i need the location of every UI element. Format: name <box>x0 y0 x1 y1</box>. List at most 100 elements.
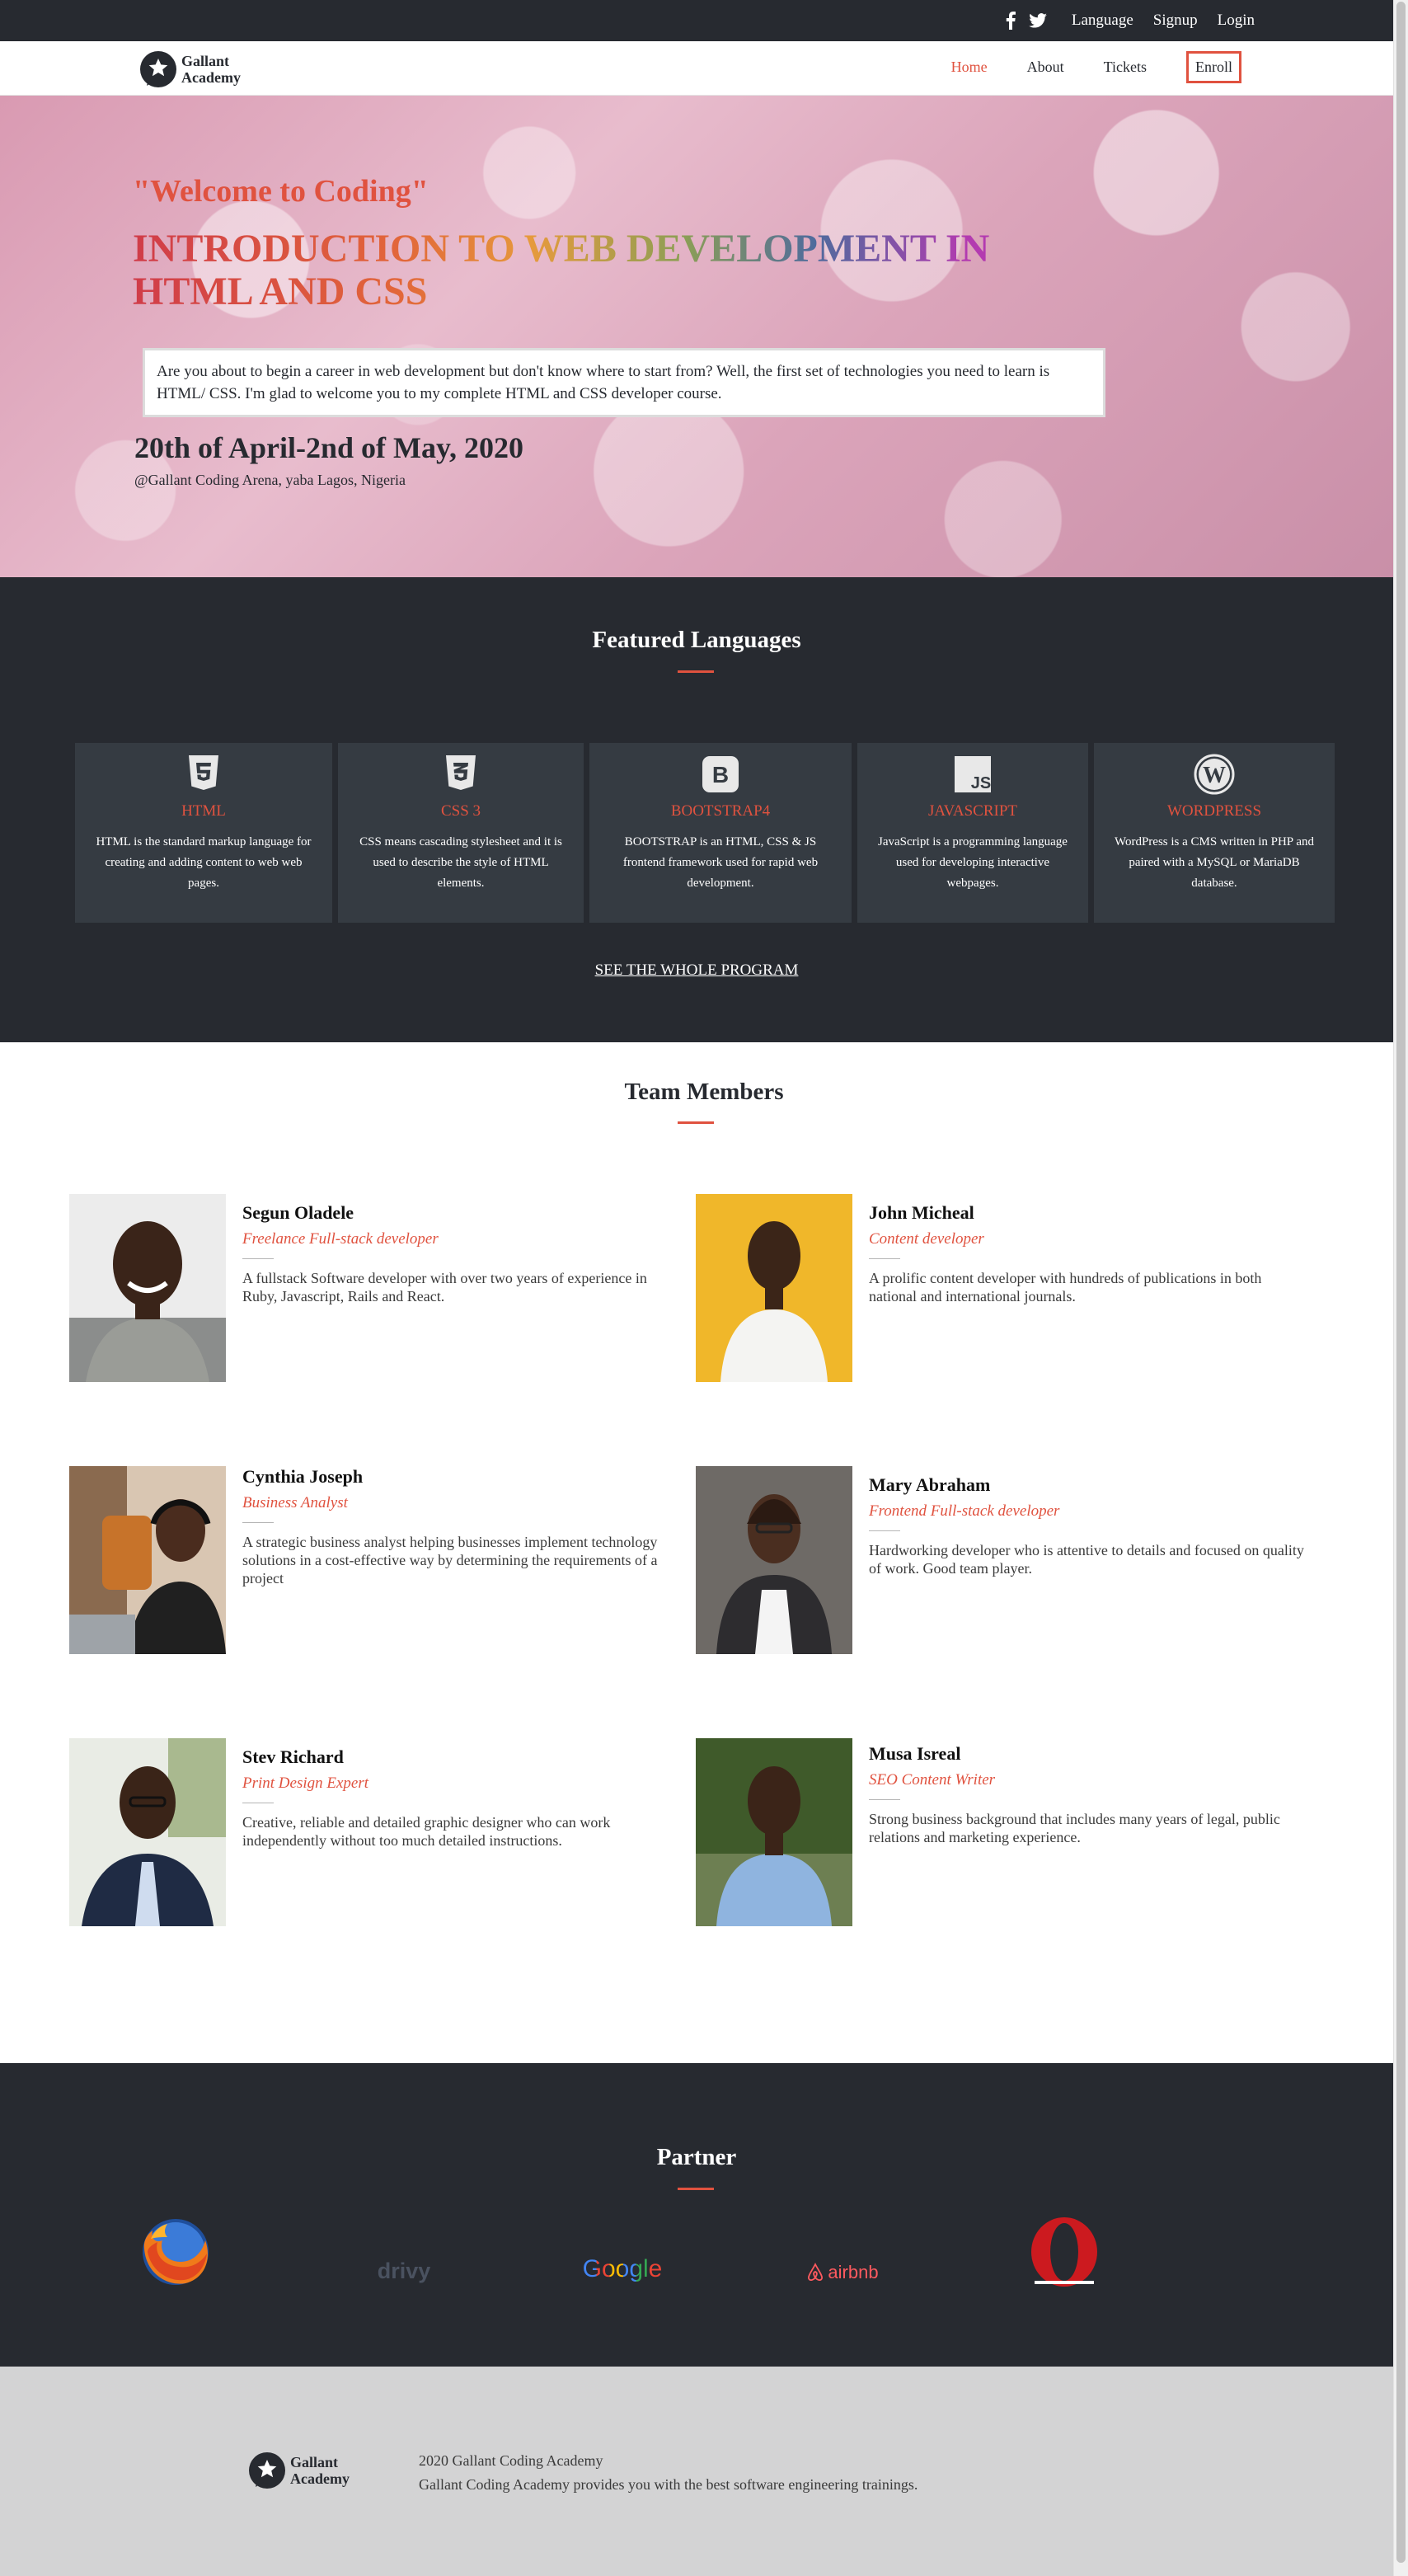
javascript-icon: JS <box>951 753 994 796</box>
language-card-html: HTML HTML is the standard markup languag… <box>75 743 332 923</box>
hero-headline: INTRODUCTION TO WEB DEVELOPMENT IN HTML … <box>133 228 1081 313</box>
footer-brand-logo[interactable]: Gallant Academy <box>249 2452 350 2489</box>
language-desc: BOOTSTRAP is an HTML, CSS & JS frontend … <box>622 835 819 890</box>
svg-text:JS: JS <box>971 774 991 792</box>
member-divider <box>242 1522 274 1523</box>
member-name: John Micheal <box>869 1202 974 1223</box>
member-bio: A strategic business analyst helping bus… <box>242 1534 658 1586</box>
brand-badge-icon <box>140 51 176 87</box>
hero-welcome: "Welcome to Coding" <box>133 174 429 209</box>
member-divider <box>242 1258 274 1259</box>
member-bio: Hardworking developer who is attentive t… <box>869 1542 1304 1577</box>
scrollbar-thumb[interactable] <box>1396 2 1406 2563</box>
nav-about[interactable]: About <box>1027 59 1064 76</box>
member-info: Segun Oladele Freelance Full-stack devel… <box>242 1202 679 1305</box>
member-name: Stev Richard <box>242 1746 344 1767</box>
footer-text: 2020 Gallant Coding Academy Gallant Codi… <box>419 2449 918 2497</box>
member-photo <box>69 1466 226 1654</box>
member-role: Freelance Full-stack developer <box>242 1230 439 1248</box>
member-role: Content developer <box>869 1230 984 1248</box>
team-member-card: Segun Oladele Freelance Full-stack devel… <box>69 1194 679 1382</box>
featured-languages-section: Featured Languages HTML HTML is the stan… <box>0 577 1393 1042</box>
team-member-card: John Micheal Content developer A prolifi… <box>696 1194 1306 1382</box>
partner-title: Partner <box>656 2144 737 2170</box>
social-icons <box>1006 12 1047 30</box>
svg-text:W: W <box>1203 763 1226 788</box>
member-divider <box>869 1530 900 1531</box>
featured-title: Featured Languages <box>592 627 801 653</box>
language-desc: HTML is the standard markup language for… <box>96 835 312 890</box>
member-photo <box>69 1738 226 1926</box>
language-desc: CSS means cascading stylesheet and it is… <box>359 835 562 890</box>
hero-section: "Welcome to Coding" INTRODUCTION TO WEB … <box>0 96 1393 577</box>
language-desc: WordPress is a CMS written in PHP and pa… <box>1115 835 1314 890</box>
title-underline <box>678 1121 714 1124</box>
title-underline <box>678 2188 714 2190</box>
footer: Gallant Academy 2020 Gallant Coding Acad… <box>0 2367 1393 2576</box>
member-photo <box>696 1738 852 1926</box>
top-links: Language Signup Login <box>1006 0 1255 41</box>
member-role: Frontend Full-stack developer <box>869 1502 1060 1520</box>
member-info: John Micheal Content developer A prolifi… <box>869 1202 1306 1305</box>
top-bar: Language Signup Login <box>0 0 1393 41</box>
language-card-wordpress: W WORDPRESS WordPress is a CMS written i… <box>1094 743 1335 923</box>
wordpress-icon: W <box>1193 753 1236 796</box>
language-card-javascript: JS JAVASCRIPT JavaScript is a programmin… <box>857 743 1088 923</box>
member-info: Mary Abraham Frontend Full-stack develop… <box>869 1474 1306 1577</box>
drivy-logo[interactable]: drivy <box>363 2256 445 2286</box>
member-role: SEO Content Writer <box>869 1771 996 1789</box>
language-card-css: CSS 3 CSS means cascading stylesheet and… <box>338 743 584 923</box>
footer-copyright: 2020 Gallant Coding Academy <box>419 2452 603 2469</box>
member-role: Print Design Expert <box>242 1775 369 1792</box>
signup-link[interactable]: Signup <box>1153 12 1198 30</box>
brand-line-1: Gallant <box>181 53 230 69</box>
brand-logo[interactable]: Gallant Academy <box>140 51 241 87</box>
opera-logo[interactable] <box>1029 2215 1100 2289</box>
member-name: Musa Isreal <box>869 1743 961 1764</box>
firefox-logo[interactable] <box>138 2215 213 2289</box>
language-name: HTML <box>181 802 226 820</box>
member-info: Stev Richard Print Design Expert Creativ… <box>242 1746 679 1850</box>
nav-tickets[interactable]: Tickets <box>1104 59 1147 76</box>
svg-text:B: B <box>712 762 729 787</box>
see-whole-program-link[interactable]: SEE THE WHOLE PROGRAM <box>0 961 1393 980</box>
facebook-icon[interactable] <box>1006 12 1016 30</box>
footer-tagline: Gallant Coding Academy provides you with… <box>419 2476 918 2493</box>
member-photo <box>69 1194 226 1382</box>
member-info: Cynthia Joseph Business Analyst A strate… <box>242 1466 679 1587</box>
airbnb-logo-text: airbnb <box>828 2262 879 2282</box>
drivy-logo-text: drivy <box>377 2258 431 2283</box>
member-name: Mary Abraham <box>869 1474 991 1495</box>
google-logo[interactable]: Google <box>577 2253 668 2286</box>
language-name: WORDPRESS <box>1166 802 1262 820</box>
hero-dates: 20th of April-2nd of May, 2020 <box>134 431 524 464</box>
login-link[interactable]: Login <box>1218 12 1255 30</box>
member-photo <box>696 1466 852 1654</box>
nav-menu: Home About Tickets Enroll <box>951 51 1241 83</box>
team-member-card: Stev Richard Print Design Expert Creativ… <box>69 1738 679 1926</box>
brand-line-2: Academy <box>181 69 241 86</box>
team-member-card: Cynthia Joseph Business Analyst A strate… <box>69 1466 679 1654</box>
member-info: Musa Isreal SEO Content Writer Strong bu… <box>869 1743 1306 1846</box>
member-bio: Creative, reliable and detailed graphic … <box>242 1814 611 1849</box>
team-title: Team Members <box>624 1079 784 1105</box>
member-name: Cynthia Joseph <box>242 1466 364 1487</box>
member-bio: A prolific content developer with hundre… <box>869 1270 1262 1304</box>
language-desc: JavaScript is a programming language use… <box>878 835 1068 890</box>
member-name: Segun Oladele <box>242 1202 354 1223</box>
twitter-icon[interactable] <box>1029 13 1047 28</box>
airbnb-mark-icon <box>808 2263 824 2282</box>
partner-section: Partner drivy Google airbnb <box>0 2063 1393 2367</box>
brand-name: Gallant Academy <box>290 2454 350 2487</box>
page-scrollbar[interactable] <box>1393 0 1408 2576</box>
enroll-button[interactable]: Enroll <box>1186 51 1241 83</box>
language-link[interactable]: Language <box>1072 12 1133 30</box>
nav-home[interactable]: Home <box>951 59 988 76</box>
airbnb-logo[interactable]: airbnb <box>801 2258 884 2287</box>
bootstrap-icon: B <box>699 753 742 796</box>
language-name: BOOTSTRAP4 <box>670 802 771 820</box>
member-bio: A fullstack Software developer with over… <box>242 1270 647 1304</box>
brand-badge-icon <box>249 2452 285 2489</box>
member-bio: Strong business background that includes… <box>869 1811 1280 1845</box>
google-logo-text: Google <box>582 2255 663 2282</box>
